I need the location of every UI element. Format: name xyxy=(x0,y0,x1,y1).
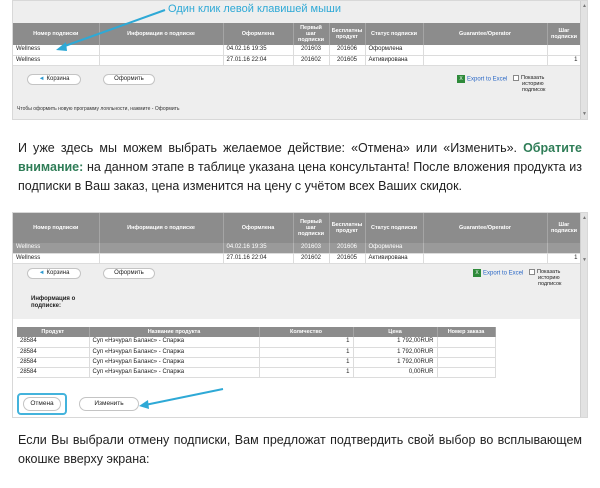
cell-price: 1 792,00RUR xyxy=(353,357,438,368)
cell-status: Активирована xyxy=(365,253,424,264)
cell-number[interactable]: Wellness xyxy=(13,253,100,264)
cell-price: 1 792,00RUR xyxy=(353,347,438,358)
paragraph-1-part1: И уже здесь мы можем выбрать желаемое де… xyxy=(18,141,524,155)
cell-free-product: 201606 xyxy=(329,243,366,254)
col-header: Информация о подписке xyxy=(99,213,224,243)
checkout-label: Оформить xyxy=(114,270,144,276)
cell-price: 0,00RUR xyxy=(353,367,438,378)
export-label: Export to Excel xyxy=(483,270,524,277)
scroll-down-icon[interactable]: ▼ xyxy=(582,257,587,263)
cell-date: 27.01.16 22:04 xyxy=(223,253,294,264)
history-line3: подписок xyxy=(538,281,562,287)
paragraph-1: И уже здесь мы можем выбрать желаемое де… xyxy=(18,139,582,196)
cart-button[interactable]: ◄ Корзина xyxy=(27,268,81,279)
subscription-info-line1: Информация о xyxy=(31,296,76,302)
cell-info xyxy=(99,243,224,254)
subscriptions-table: Номер подписки Информация о подписке Офо… xyxy=(13,213,582,264)
cell-qty: 1 xyxy=(259,367,354,378)
paragraph-2: Если Вы выбрали отмену подписки, Вам пре… xyxy=(18,433,582,466)
cell-qty: 1 xyxy=(259,337,354,348)
cell-guarantee xyxy=(423,253,548,264)
subscription-info-label: Информация о подписке: xyxy=(31,296,75,310)
cell-free-product: 201605 xyxy=(329,253,366,264)
export-excel-link[interactable]: X Export to Excel xyxy=(473,269,523,277)
col-header: Количество xyxy=(259,327,354,337)
products-panel: Продукт Название продукта Количество Цен… xyxy=(13,319,581,417)
cell-step xyxy=(547,243,582,254)
screenshot-2: Номер подписки Информация о подписке Офо… xyxy=(12,212,588,418)
table-row-selected[interactable]: Wellness 04.02.16 19:35 201603 201606 Оф… xyxy=(13,243,582,254)
scroll-up-icon[interactable]: ▲ xyxy=(582,215,587,221)
scrollbar[interactable]: ▲ ▼ xyxy=(580,213,587,417)
cell-date: 04.02.16 19:35 xyxy=(223,243,294,254)
cell-order xyxy=(437,357,496,368)
cell-order xyxy=(437,347,496,358)
col-header: Номер заказа xyxy=(437,327,496,337)
col-header: Номер подписки xyxy=(13,213,100,243)
cell-order xyxy=(437,367,496,378)
cell-qty: 1 xyxy=(259,347,354,358)
annotation-arrow-icon xyxy=(56,9,166,51)
col-header: Первый шаг подписки xyxy=(293,213,330,243)
table-row[interactable]: Wellness 27.01.16 22:04 201602 201605 Ак… xyxy=(13,253,582,264)
cell-order xyxy=(437,337,496,348)
cell-number[interactable]: Wellness xyxy=(13,243,100,254)
checkout-button[interactable]: Оформить xyxy=(103,268,155,279)
cell-step: 1 xyxy=(547,253,582,264)
annotation-arrow-icon xyxy=(139,388,224,409)
cell-qty: 1 xyxy=(259,357,354,368)
cell-guarantee xyxy=(423,243,548,254)
cell-info xyxy=(99,253,224,264)
cell-first-step: 201602 xyxy=(293,253,330,264)
subscription-info-line2: подписке: xyxy=(31,303,62,309)
arrow-left-icon: ◄ xyxy=(38,270,45,276)
col-header: Статус подписки xyxy=(365,213,424,243)
col-header: Guarantee/Operator xyxy=(423,213,548,243)
history-checkbox[interactable] xyxy=(529,269,535,275)
col-header: Оформлена xyxy=(223,213,294,243)
paragraph-1-part2: на данном этапе в таблице указана цена к… xyxy=(18,160,582,193)
show-history-toggle[interactable]: Показать историю подписок xyxy=(529,269,561,287)
cell-first-step: 201603 xyxy=(293,243,330,254)
col-header: Цена xyxy=(353,327,438,337)
table-header: Номер подписки Информация о подписке Офо… xyxy=(13,213,582,243)
cart-label: Корзина xyxy=(46,270,70,276)
cell-price: 1 792,00RUR xyxy=(353,337,438,348)
cell-status: Оформлена xyxy=(365,243,424,254)
excel-icon: X xyxy=(473,269,481,277)
col-header: Бесплатны продукт xyxy=(329,213,366,243)
col-header: Шаг подписки xyxy=(547,213,582,243)
